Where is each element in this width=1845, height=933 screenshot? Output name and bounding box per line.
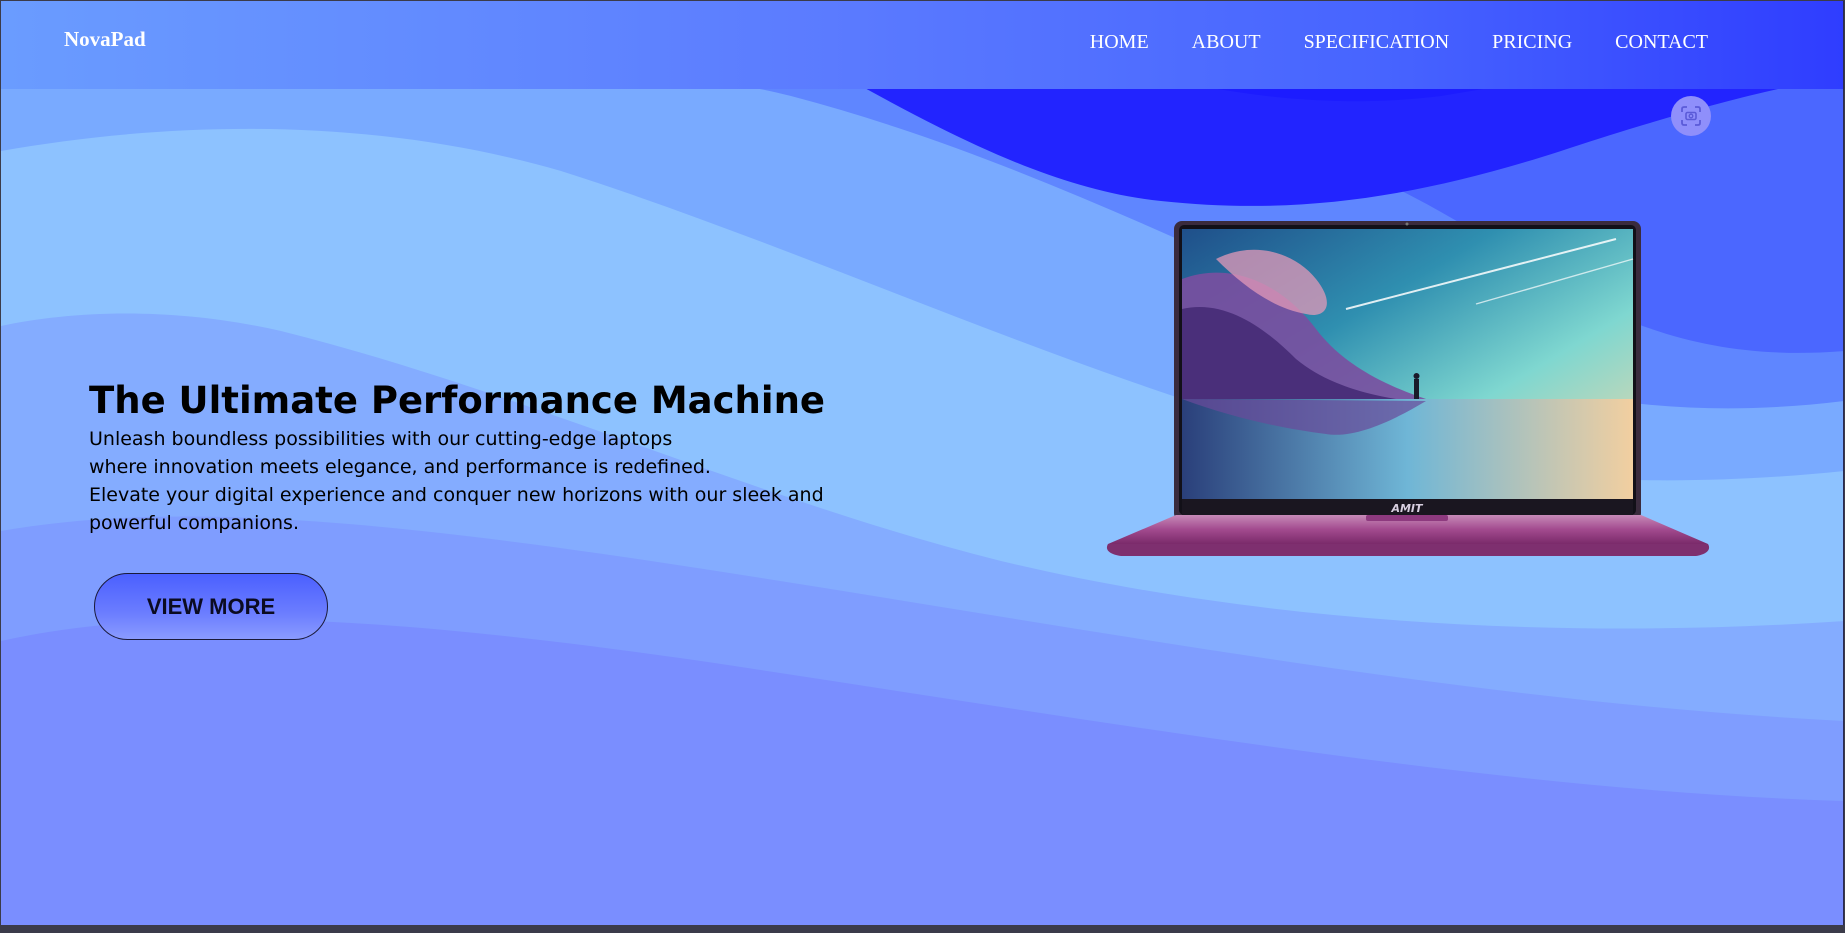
main-nav: HOME ABOUT SPECIFICATION PRICING CONTACT [1047, 31, 1708, 54]
nav-about[interactable]: ABOUT [1192, 31, 1261, 54]
hero-line-3: Elevate your digital experience and conq… [89, 484, 824, 534]
screen-capture-glyph [1681, 106, 1701, 126]
laptop-keyboard-brand: AMIT [1390, 502, 1424, 515]
laptop-image: AMIT [1106, 221, 1710, 556]
view-more-button[interactable]: VIEW MORE [94, 573, 328, 640]
nav-specification[interactable]: SPECIFICATION [1304, 31, 1450, 54]
nav-contact[interactable]: CONTACT [1615, 31, 1708, 54]
landing-page: NovaPad HOME ABOUT SPECIFICATION PRICING… [1, 1, 1844, 925]
hero-title: The Ultimate Performance Machine [89, 379, 826, 422]
hero-description: Unleash boundless possibilities with our… [89, 425, 869, 537]
hero-line-2: where innovation meets elegance, and per… [89, 456, 711, 478]
hero-section: The Ultimate Performance Machine Unleash… [89, 377, 889, 537]
nav-pricing[interactable]: PRICING [1492, 31, 1572, 54]
navbar: NovaPad HOME ABOUT SPECIFICATION PRICING… [1, 1, 1843, 89]
nav-home[interactable]: HOME [1090, 31, 1149, 54]
brand-logo[interactable]: NovaPad [64, 27, 146, 52]
screen-capture-icon[interactable] [1671, 96, 1711, 136]
hero-line-1: Unleash boundless possibilities with our… [89, 428, 673, 450]
